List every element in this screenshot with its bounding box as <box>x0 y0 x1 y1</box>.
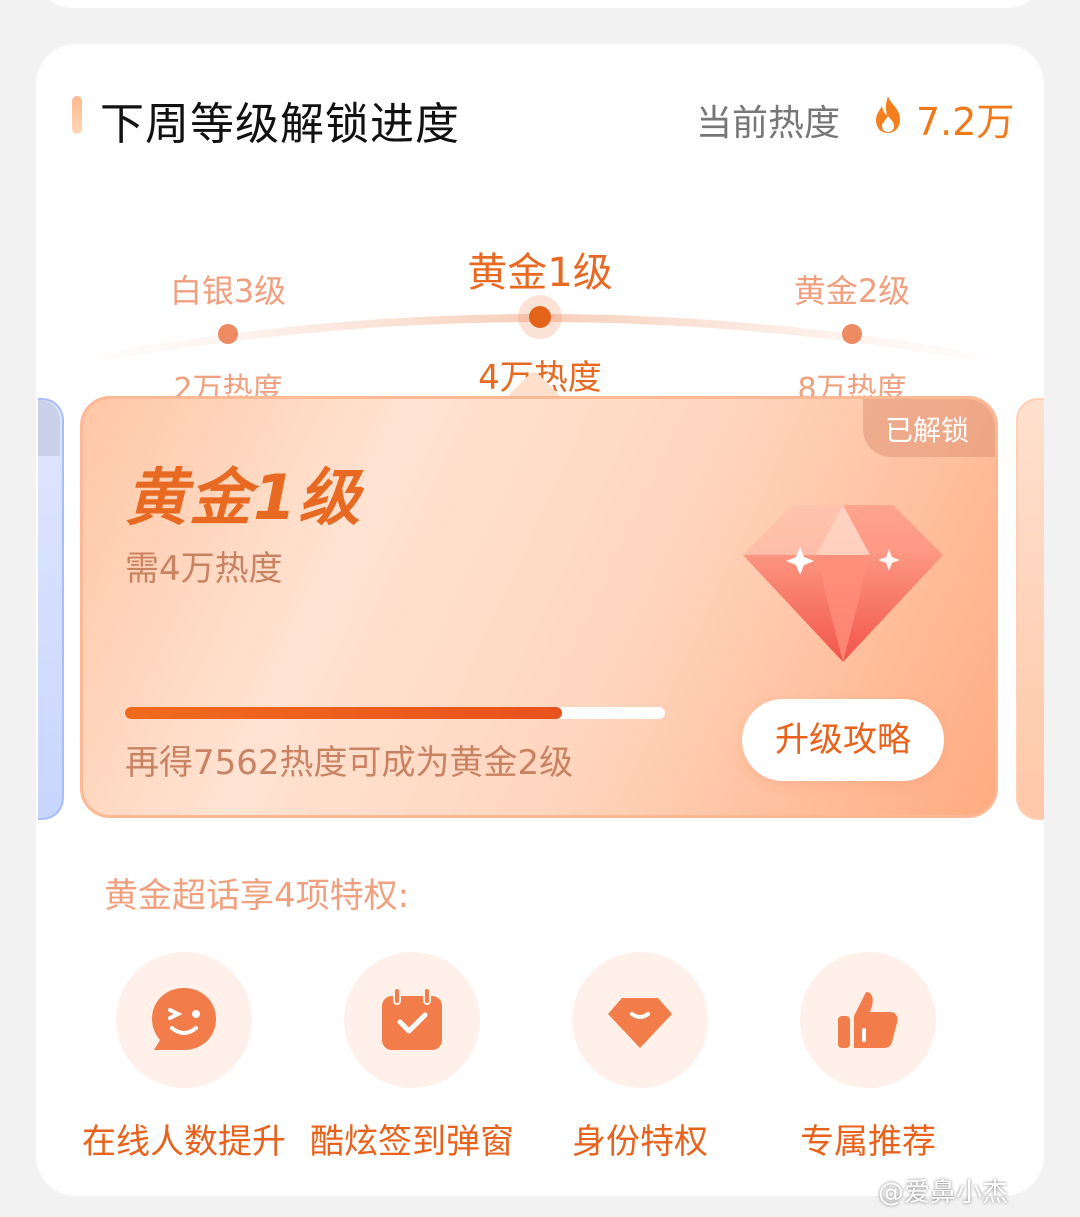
level-name-gold-2[interactable]: 黄金2级 <box>794 266 910 312</box>
current-heat-value: 7.2万 <box>916 100 1015 144</box>
privilege-icon-circle <box>572 952 708 1088</box>
unlocked-badge: 已解锁 <box>863 399 995 457</box>
card-level-title: 黄金1级 <box>125 461 363 534</box>
title-accent-bar <box>72 96 82 134</box>
privilege-icon-circle <box>800 952 936 1088</box>
upgrade-progress-text: 再得7562热度可成为黄金2级 <box>125 743 574 783</box>
privilege-icon-circle <box>116 952 252 1088</box>
privilege-label: 在线人数提升 <box>82 1122 286 1162</box>
flame-icon <box>876 96 900 133</box>
current-heat-label: 当前热度 <box>696 103 841 144</box>
section-title: 下周等级解锁进度 <box>100 99 460 150</box>
privilege-label: 酷炫签到弹窗 <box>310 1122 514 1162</box>
privilege-icon-circle <box>344 952 480 1088</box>
level-name-gold-1[interactable]: 黄金1级 <box>467 240 612 298</box>
upgrade-progress-bar <box>125 707 665 719</box>
calendar-check-icon <box>382 987 442 1050</box>
current-level-card: 已解锁 黄金1级 需4万热度 再得7562热度可成为黄金2级 升级攻略 <box>80 396 998 818</box>
privilege-label: 专属推荐 <box>800 1122 936 1162</box>
smile-chat-icon <box>152 988 216 1050</box>
previous-card-edge <box>36 0 1044 8</box>
privileges-title: 黄金超话享4项特权: <box>104 876 410 916</box>
next-level-card[interactable] <box>1016 398 1044 820</box>
card-requirement: 需4万热度 <box>125 549 283 589</box>
level-dot-silver-3[interactable] <box>218 324 238 344</box>
thumbs-up-icon <box>838 992 898 1048</box>
watermark: @爱鼻小杰 <box>878 1178 1009 1208</box>
prev-level-card[interactable] <box>38 398 64 820</box>
gem-icon <box>743 505 943 662</box>
level-name-silver-3[interactable]: 白银3级 <box>170 266 286 312</box>
level-dot-gold-1[interactable] <box>529 306 551 328</box>
upgrade-guide-button[interactable]: 升级攻略 <box>742 699 944 781</box>
level-track: 白银3级 2万热度 黄金1级 4万热度 黄金2级 8万热度 <box>36 250 1044 407</box>
unlocked-badge-text: 已解锁 <box>885 414 970 447</box>
level-progress-card: 下周等级解锁进度 当前热度 7.2万 白银3级 2万热度 黄金1级 4万热度 黄… <box>36 44 1044 1196</box>
diamond-icon <box>608 998 672 1048</box>
privilege-label: 身份特权 <box>572 1122 708 1162</box>
upgrade-progress-fill <box>125 707 563 719</box>
level-dot-gold-2[interactable] <box>842 324 862 344</box>
